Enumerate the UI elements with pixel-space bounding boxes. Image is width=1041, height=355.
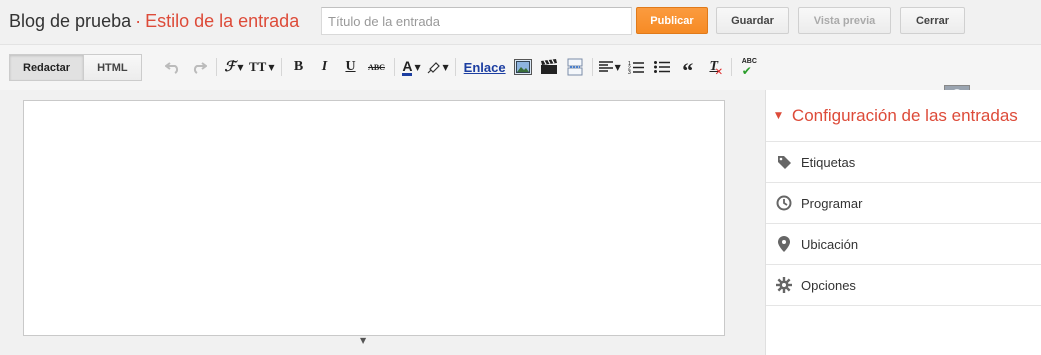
- post-name: Estilo de la entrada: [145, 11, 300, 31]
- mode-tabs: Redactar HTML: [9, 54, 142, 81]
- sidebar-item-location[interactable]: Ubicación: [766, 224, 1041, 265]
- strikethrough-icon[interactable]: ABC: [366, 56, 388, 78]
- editor-toolbar: Redactar HTML ℱ ▼ TT ▼ B I U ABC A ▼ ▼ Enla…: [0, 44, 1041, 111]
- toolbar-divider: [280, 58, 282, 76]
- strikethrough-label: ABC: [368, 62, 385, 72]
- font-family-icon[interactable]: ℱ ▼: [223, 56, 245, 78]
- svg-text:3: 3: [628, 70, 631, 74]
- toolbar-divider: [730, 58, 732, 76]
- sidebar-item-schedule[interactable]: Programar: [766, 183, 1041, 224]
- text-color-icon[interactable]: A ▼: [401, 56, 423, 78]
- collapse-triangle-icon: ▼: [775, 110, 782, 121]
- insert-video-icon[interactable]: [538, 56, 560, 78]
- align-icon[interactable]: ▼: [598, 56, 621, 78]
- italic-icon[interactable]: I: [314, 56, 336, 78]
- sidebar-item-label: Etiquetas: [801, 154, 856, 170]
- highlight-color-icon[interactable]: ▼: [427, 56, 449, 78]
- post-title-input[interactable]: [321, 7, 632, 35]
- toolbar-divider: [216, 58, 217, 76]
- link-button[interactable]: Enlace: [462, 56, 508, 78]
- quote-icon[interactable]: “: [677, 56, 699, 82]
- tab-compose[interactable]: Redactar: [9, 54, 85, 81]
- clear-formatting-icon[interactable]: T ✕: [703, 56, 725, 78]
- post-body-editor[interactable]: [23, 100, 725, 336]
- formatting-tools: ℱ ▼ TT ▼ B I U ABC A ▼ ▼ Enlace ▼ 123 “ …: [160, 56, 762, 82]
- undo-icon[interactable]: [162, 56, 184, 78]
- blog-name[interactable]: Blog de prueba: [9, 11, 131, 31]
- post-settings-header[interactable]: ▼ Configuración de las entradas: [766, 90, 1041, 142]
- sidebar-item-labels[interactable]: Etiquetas: [766, 142, 1041, 183]
- location-pin-icon: [776, 236, 792, 252]
- publish-button[interactable]: Publicar: [636, 7, 708, 34]
- insert-image-icon[interactable]: [512, 56, 534, 78]
- toolbar-divider: [393, 58, 395, 76]
- gear-icon: [776, 277, 792, 293]
- breadcrumb: Blog de prueba · Estilo de la entrada: [9, 11, 299, 32]
- save-button[interactable]: Guardar: [716, 7, 789, 34]
- font-size-icon[interactable]: TT ▼: [249, 56, 275, 78]
- top-bar: Blog de prueba·Estilo de la entrada Publ…: [0, 0, 1041, 44]
- spellcheck-icon[interactable]: ABC ✔: [738, 56, 760, 78]
- tab-html[interactable]: HTML: [84, 54, 142, 81]
- bold-icon[interactable]: B: [288, 56, 310, 78]
- sidebar-item-options[interactable]: Opciones: [766, 265, 1041, 306]
- tag-icon: [776, 154, 792, 170]
- post-settings-sidebar: ▼ Configuración de las entradas Etiqueta…: [765, 90, 1041, 355]
- sidebar-item-label: Opciones: [801, 277, 856, 293]
- post-settings-title: Configuración de las entradas: [791, 105, 1018, 125]
- clock-icon: [776, 195, 792, 211]
- resize-handle-icon[interactable]: ▼: [360, 336, 366, 345]
- sidebar-item-label: Ubicación: [801, 236, 859, 252]
- breadcrumb-separator: ·: [135, 11, 142, 31]
- insert-jump-break-icon[interactable]: [564, 56, 586, 78]
- toolbar-divider: [591, 58, 593, 76]
- numbered-list-icon[interactable]: 123: [625, 56, 647, 78]
- sidebar-item-label: Programar: [801, 195, 863, 211]
- redo-icon[interactable]: [188, 56, 210, 78]
- bulleted-list-icon[interactable]: [651, 56, 673, 78]
- close-button[interactable]: Cerrar: [900, 7, 965, 34]
- preview-button[interactable]: Vista previa: [798, 7, 891, 34]
- underline-icon[interactable]: U: [340, 56, 362, 78]
- editor-area: ▼: [0, 90, 765, 355]
- toolbar-divider: [454, 58, 456, 76]
